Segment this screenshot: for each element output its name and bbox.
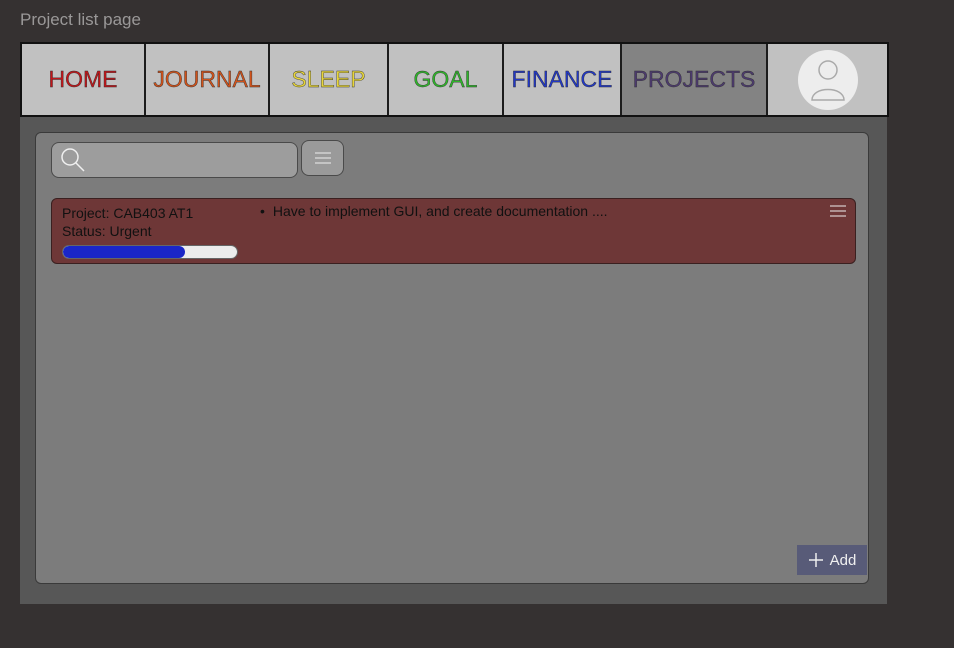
avatar[interactable] — [797, 49, 858, 110]
search-icon — [61, 148, 85, 172]
page-label: Project list page — [20, 10, 141, 29]
tab-journal[interactable]: JOURNAL — [146, 44, 270, 115]
add-button-label: Add — [829, 551, 857, 569]
user-icon — [810, 59, 845, 101]
nav-bar: HOME JOURNAL SLEEP GOAL FINANCE PROJECTS — [20, 42, 889, 117]
project-title: Project: CAB403 AT1 — [62, 205, 194, 221]
tab-projects[interactable]: PROJECTS — [622, 44, 768, 115]
add-button[interactable]: Add — [797, 545, 867, 575]
tab-sleep[interactable]: SLEEP — [270, 44, 389, 115]
project-note: • Have to implement GUI, and create docum… — [260, 203, 608, 219]
project-card[interactable]: Project: CAB403 AT1 Status: Urgent • Have… — [51, 198, 856, 264]
bullet-icon: • — [260, 203, 265, 219]
project-progress-bar — [62, 245, 238, 259]
project-status: Status: Urgent — [62, 223, 152, 239]
filter-button[interactable] — [301, 140, 344, 176]
project-note-text: Have to implement GUI, and create docume… — [272, 203, 608, 219]
tab-home[interactable]: HOME — [22, 44, 146, 115]
tab-finance[interactable]: FINANCE — [504, 44, 622, 115]
menu-icon — [830, 205, 846, 217]
tab-profile[interactable] — [768, 44, 887, 115]
progress-fill — [63, 246, 185, 258]
plus-icon — [808, 553, 823, 567]
search-input[interactable] — [51, 142, 298, 178]
app-frame: HOME JOURNAL SLEEP GOAL FINANCE PROJECTS — [20, 42, 889, 604]
card-menu-button[interactable] — [829, 203, 847, 219]
project-list-panel: Project: CAB403 AT1 Status: Urgent • Have… — [35, 132, 869, 584]
menu-icon — [314, 152, 331, 164]
tab-goal[interactable]: GOAL — [389, 44, 504, 115]
